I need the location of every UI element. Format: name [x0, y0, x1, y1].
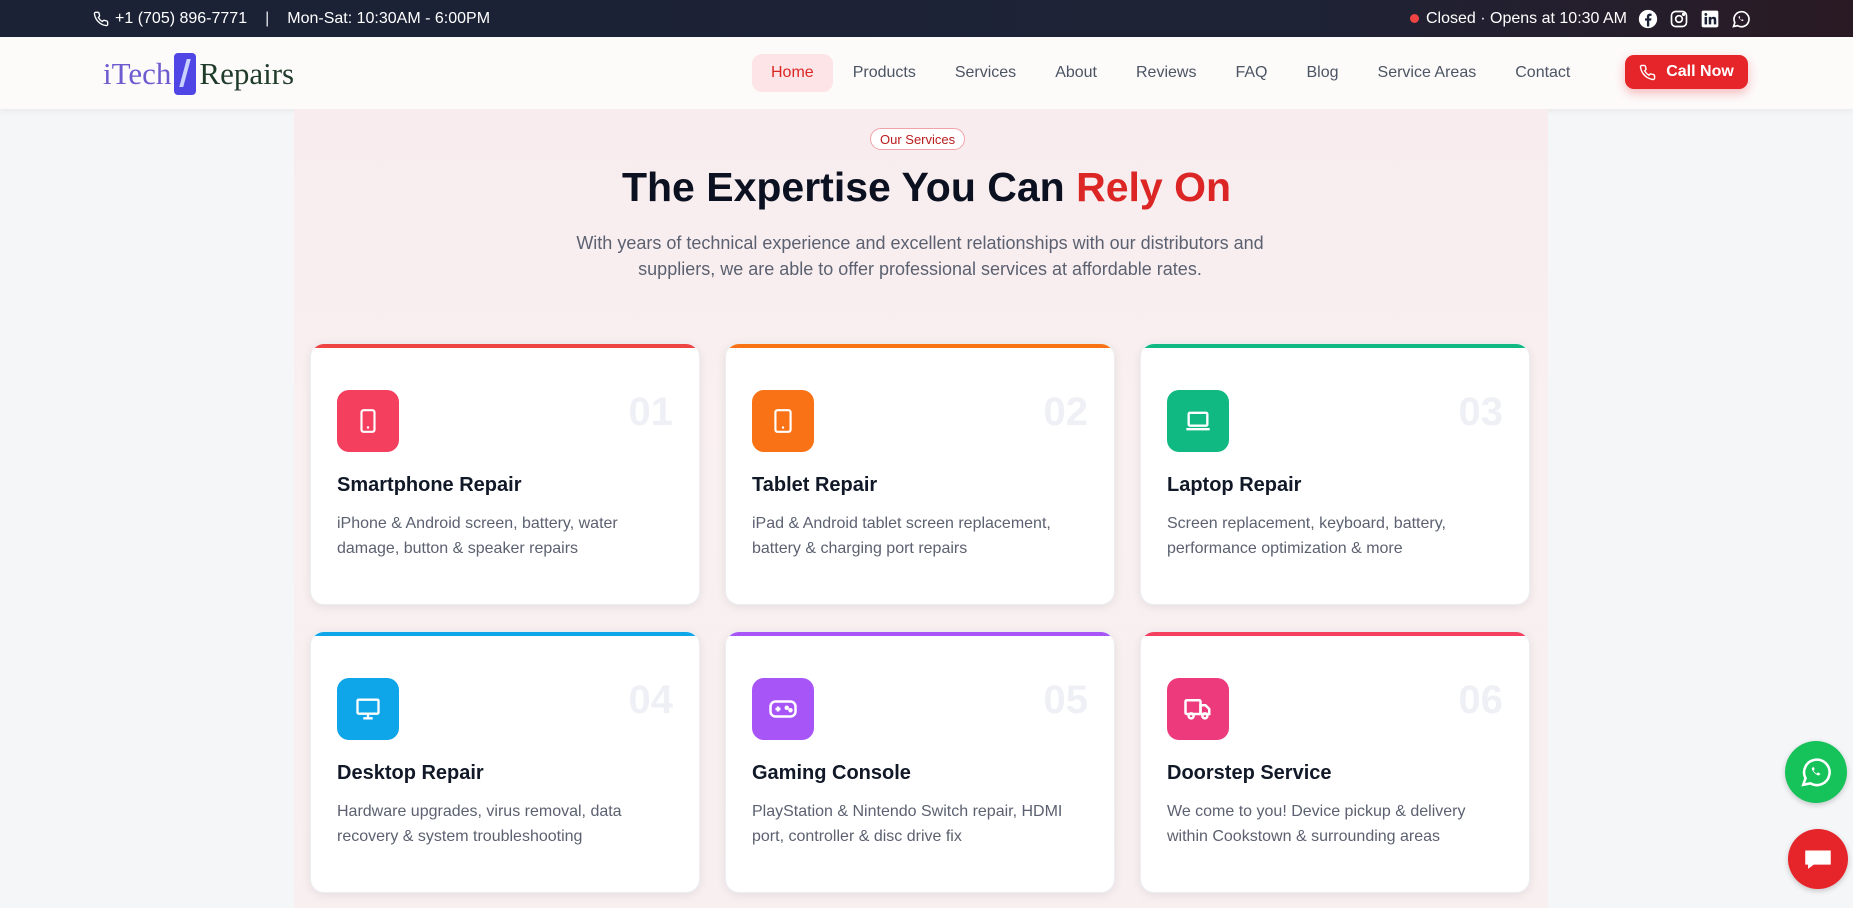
smartphone-icon	[337, 390, 399, 452]
monitor-icon	[337, 678, 399, 740]
card-number: 04	[628, 678, 674, 722]
card-title: Laptop Repair	[1167, 474, 1302, 496]
service-card-tablet[interactable]: 02 Tablet Repair iPad & Android tablet s…	[725, 343, 1115, 605]
card-accent-bar	[726, 632, 1114, 636]
topbar-hours: Mon-Sat: 10:30AM - 6:00PM	[287, 9, 491, 27]
top-bar: +1 (705) 896-7771 | Mon-Sat: 10:30AM - 6…	[0, 0, 1853, 37]
section-title: The Expertise You Can Rely On	[0, 164, 1853, 211]
card-title: Gaming Console	[752, 762, 911, 784]
card-accent-bar	[1141, 632, 1529, 636]
nav-item-services[interactable]: Services	[936, 54, 1035, 92]
card-accent-bar	[311, 344, 699, 348]
nav-item-contact[interactable]: Contact	[1496, 54, 1589, 92]
service-card-doorstep[interactable]: 06 Doorstep Service We come to you! Devi…	[1140, 631, 1530, 893]
tablet-icon	[752, 390, 814, 452]
nav-item-faq[interactable]: FAQ	[1216, 54, 1286, 92]
phone-icon	[1640, 64, 1656, 80]
whatsapp-icon[interactable]	[1731, 9, 1751, 29]
linkedin-icon[interactable]	[1700, 9, 1720, 29]
card-accent-bar	[311, 632, 699, 636]
service-card-smartphone[interactable]: 01 Smartphone Repair iPhone & Android sc…	[310, 343, 700, 605]
card-description: PlayStation & Nintendo Switch repair, HD…	[752, 803, 1063, 845]
card-title: Smartphone Repair	[337, 474, 522, 496]
section-subtitle: With years of technical experience and e…	[576, 233, 1264, 279]
service-card-desktop[interactable]: 04 Desktop Repair Hardware upgrades, vir…	[310, 631, 700, 893]
title-accent: Rely On	[1076, 164, 1232, 210]
card-description: iPhone & Android screen, battery, water …	[337, 515, 618, 557]
status-dot	[1410, 14, 1419, 23]
logo-text-itech: iTech	[103, 56, 172, 91]
card-number: 05	[1043, 678, 1089, 722]
live-chat-button[interactable]	[1788, 829, 1848, 889]
card-description: We come to you! Device pickup & delivery…	[1167, 803, 1466, 845]
card-accent-bar	[726, 344, 1114, 348]
card-description: iPad & Android tablet screen replacement…	[752, 515, 1051, 557]
nav-item-products[interactable]: Products	[834, 54, 935, 92]
nav-item-reviews[interactable]: Reviews	[1117, 54, 1215, 92]
nav-item-service-areas[interactable]: Service Areas	[1359, 54, 1496, 92]
topbar-separator: |	[265, 9, 270, 27]
card-title: Tablet Repair	[752, 474, 878, 496]
card-number: 02	[1043, 390, 1089, 434]
title-main: The Expertise You Can	[621, 164, 1065, 210]
facebook-icon[interactable]	[1638, 9, 1658, 29]
card-description: Screen replacement, keyboard, battery, p…	[1167, 515, 1446, 557]
call-now-label: Call Now	[1666, 63, 1734, 80]
site-logo[interactable]: iTech Repairs	[103, 52, 294, 96]
topbar-phone[interactable]: +1 (705) 896-7771	[115, 10, 247, 28]
truck-icon	[1167, 678, 1229, 740]
instagram-icon[interactable]	[1669, 9, 1689, 29]
nav-item-blog[interactable]: Blog	[1287, 54, 1357, 92]
phone-icon	[93, 11, 109, 27]
main-navigation: iTech Repairs Home Products Services Abo…	[0, 37, 1853, 109]
gamepad-icon	[752, 678, 814, 740]
service-card-gaming[interactable]: 05 Gaming Console PlayStation & Nintendo…	[725, 631, 1115, 893]
card-title: Desktop Repair	[337, 762, 484, 784]
card-number: 03	[1458, 390, 1504, 434]
logo-text-repairs: Repairs	[199, 56, 295, 91]
call-now-button[interactable]: Call Now	[1625, 55, 1748, 89]
section-badge: Our Services	[870, 128, 966, 150]
chat-icon	[1805, 850, 1831, 869]
whatsapp-chat-button[interactable]	[1785, 741, 1847, 803]
nav-item-home[interactable]: Home	[752, 54, 833, 92]
laptop-icon	[1167, 390, 1229, 452]
card-accent-bar	[1141, 344, 1529, 348]
nav-menu: Home Products Services About Reviews FAQ…	[752, 53, 1590, 93]
card-number: 06	[1458, 678, 1504, 722]
nav-item-about[interactable]: About	[1036, 54, 1116, 92]
card-description: Hardware upgrades, virus removal, data r…	[337, 803, 622, 845]
card-title: Doorstep Service	[1167, 762, 1332, 784]
status-text: Closed · Opens at 10:30 AM	[1426, 9, 1627, 27]
card-number: 01	[628, 390, 674, 434]
logo-phone-icon	[174, 53, 197, 95]
service-card-laptop[interactable]: 03 Laptop Repair Screen replacement, key…	[1140, 343, 1530, 605]
whatsapp-icon	[1801, 758, 1831, 787]
